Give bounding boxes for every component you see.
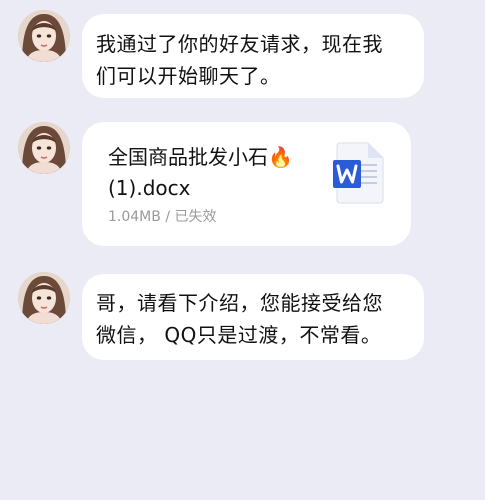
avatar-image: [18, 272, 70, 324]
file-meta-separator: /: [165, 209, 171, 225]
file-message-card[interactable]: 全国商品批发小石🔥 (1).docx 1.04MB / 已失效: [82, 122, 411, 246]
message-bubble-text[interactable]: 我通过了你的好友请求，现在我 们可以开始聊天了。: [82, 14, 424, 98]
file-status: 已失效: [174, 209, 217, 225]
avatar[interactable]: [18, 272, 70, 324]
file-size: 1.04MB: [108, 209, 161, 225]
avatar[interactable]: [18, 10, 70, 62]
avatar[interactable]: [18, 122, 70, 174]
avatar-image: [18, 10, 70, 62]
message-text: 我通过了你的好友请求，现在我 们可以开始聊天了。: [96, 32, 383, 88]
file-meta: 1.04MB / 已失效: [108, 206, 216, 226]
avatar-image: [18, 122, 70, 174]
word-document-icon: [332, 142, 384, 204]
file-name: 全国商品批发小石🔥 (1).docx: [108, 145, 293, 200]
message-text: 哥，请看下介绍，您能接受给您 微信， QQ只是过渡，不常看。: [96, 291, 383, 347]
message-bubble-text[interactable]: 哥，请看下介绍，您能接受给您 微信， QQ只是过渡，不常看。: [82, 274, 424, 360]
